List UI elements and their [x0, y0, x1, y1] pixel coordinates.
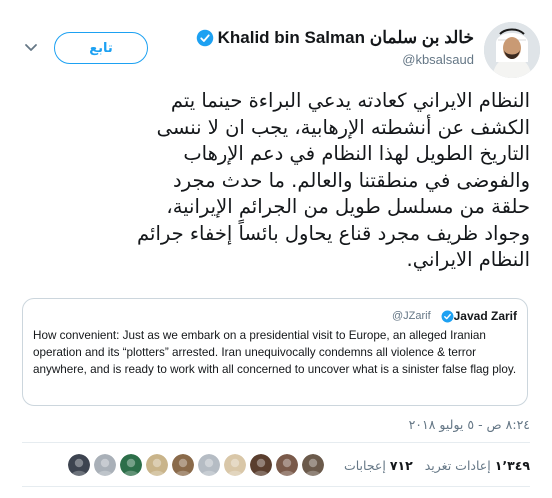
tweet-line: وجواد ظريف مجرد قناع يحاول بائساً إخفاء …	[137, 221, 530, 245]
tweet-line: الكشف عن أنشطته الإرهابية، يجب ان لا ننس…	[156, 115, 530, 139]
tweet-stats: ١٬٣٤٩ إعادات تغريد ٧١٢ إعجابات	[64, 452, 530, 478]
verified-badge-icon	[441, 310, 454, 322]
liker-avatar[interactable]	[67, 454, 90, 476]
author-avatar[interactable]	[484, 22, 540, 78]
liker-avatar[interactable]	[197, 454, 220, 476]
verified-badge-icon	[196, 29, 213, 47]
author-username[interactable]: @kbsalsaud	[402, 52, 474, 67]
liker-avatar[interactable]	[301, 454, 324, 476]
tweet-timestamp[interactable]: ٨:٢٤ ص - ٥ يوليو ٢٠١٨	[409, 417, 530, 432]
quoted-tweet-text: How convenient: Just as we embark on a p…	[33, 329, 517, 376]
liker-avatar[interactable]	[145, 454, 168, 476]
follow-button[interactable]: تابع	[54, 32, 148, 64]
tweet-header: تابع Khalid bin Salman خالد بن سلمان @kb…	[0, 22, 552, 82]
retweets-label: إعادات تغريد	[424, 457, 491, 473]
quoted-tweet-author: @JZarif Javad Zarif	[392, 309, 517, 323]
tweet-line: النظام الايراني كعادته يدعي البراءة حينم…	[170, 89, 530, 112]
chevron-down-icon[interactable]	[22, 38, 40, 56]
retweets-count: ١٬٣٤٩	[494, 457, 530, 473]
likes-label: إعجابات	[343, 457, 386, 473]
liker-avatar[interactable]	[93, 454, 116, 476]
divider	[22, 442, 530, 443]
quoted-tweet[interactable]: @JZarif Javad Zarif How convenient: Just…	[22, 298, 528, 406]
liker-avatar[interactable]	[119, 454, 142, 476]
quoted-author-handle: @JZarif	[391, 310, 431, 322]
tweet-line: حلقة من مسلسل طويل من الجرائم الإيرانية،	[166, 195, 530, 218]
tweet-line: النظام الايراني.	[406, 248, 530, 271]
divider	[22, 486, 530, 487]
likers-avatars	[64, 454, 324, 476]
liker-avatar[interactable]	[171, 454, 194, 476]
liker-avatar[interactable]	[275, 454, 298, 476]
author-display-name[interactable]: Khalid bin Salman خالد بن سلمان	[218, 28, 474, 48]
likes-stat[interactable]: ٧١٢ إعجابات	[344, 458, 413, 473]
tweet-line: التاريخ الطويل لهذا النظام في دعم الإرها…	[183, 142, 530, 165]
liker-avatar[interactable]	[223, 454, 246, 476]
tweet-line: والفوضى في منطقتنا والعالم. ما حدث مجرد	[173, 168, 530, 192]
quoted-author-name: Javad Zarif	[453, 309, 517, 323]
liker-avatar[interactable]	[249, 454, 272, 476]
author-name-line[interactable]: Khalid bin Salman خالد بن سلمان	[190, 28, 474, 48]
likes-count: ٧١٢	[389, 457, 413, 473]
tweet-text: النظام الايراني كعادته يدعي البراءة حينم…	[18, 88, 530, 274]
retweets-stat[interactable]: ١٬٣٤٩ إعادات تغريد	[425, 458, 530, 473]
